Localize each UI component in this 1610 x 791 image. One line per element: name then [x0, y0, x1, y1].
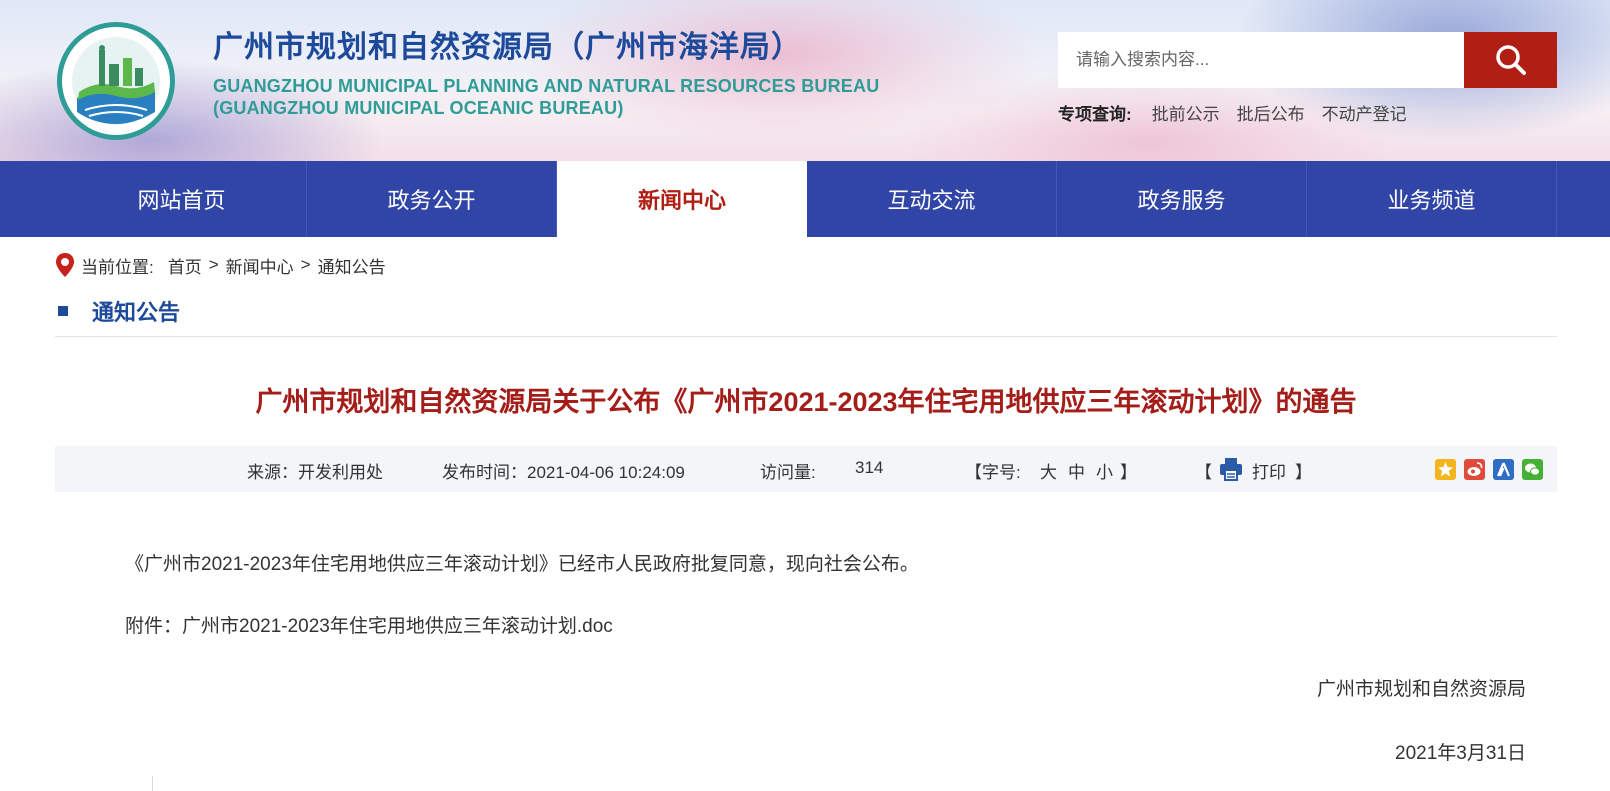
wechat-share-icon[interactable] — [1522, 459, 1543, 480]
site-title-cn: 广州市规划和自然资源局（广州市海洋局） — [213, 31, 802, 64]
print-open: 【 — [1195, 463, 1212, 482]
search-button[interactable] — [1464, 32, 1557, 88]
print-close: 】 — [1295, 463, 1312, 482]
section-divider — [55, 336, 1557, 337]
nav-item-news[interactable]: 新闻中心 — [557, 161, 807, 237]
article-attachment: 附件：广州市2021-2023年住宅用地供应三年滚动计划.doc — [125, 611, 613, 638]
print-button[interactable]: 打印 — [1252, 458, 1286, 483]
special-query: 专项查询: 批前公示 批后公布 不动产登记 — [1058, 100, 1424, 125]
article-paragraph: 《广州市2021-2023年住宅用地供应三年滚动计划》已经市人民政府批复同意，现… — [125, 554, 919, 575]
attachment-label: 附件： — [125, 616, 183, 637]
article-signature: 广州市规划和自然资源局 — [1316, 679, 1526, 700]
article-publish-time: 发布时间：2021-04-06 10:24:09 — [442, 463, 685, 482]
nav-item-gov-affairs[interactable]: 政务公开 — [307, 161, 557, 237]
site-header: 广州市规划和自然资源局（广州市海洋局） GUANGZHOU MUNICIPAL … — [0, 0, 1610, 161]
article-source: 来源：开发利用处 — [247, 463, 383, 482]
printer-icon[interactable] — [1218, 456, 1244, 482]
bureau-emblem-logo[interactable] — [55, 20, 177, 142]
section-header: 通知公告 — [55, 295, 180, 327]
font-size-large-button[interactable]: 大 — [1040, 458, 1057, 483]
breadcrumb-separator: > — [300, 255, 311, 274]
nav-item-home[interactable]: 网站首页 — [57, 161, 307, 237]
main-nav: 网站首页 政务公开 新闻中心 互动交流 政务服务 业务频道 — [0, 161, 1610, 237]
font-size-medium-button[interactable]: 中 — [1068, 458, 1085, 483]
special-link-real-estate[interactable]: 不动产登记 — [1322, 100, 1407, 125]
section-marker — [58, 306, 68, 316]
site-title-en-sub: (GUANGZHOU MUNICIPAL OCEANIC BUREAU) — [213, 98, 624, 118]
qzone-share-icon[interactable] — [1435, 459, 1456, 480]
breadcrumb-home[interactable]: 首页 — [168, 253, 202, 278]
font-size-small-button[interactable]: 小 — [1096, 458, 1113, 483]
special-query-label: 专项查询: — [1058, 105, 1132, 124]
font-size-open: 【字号: — [965, 463, 1021, 482]
nav-item-business[interactable]: 业务频道 — [1307, 161, 1557, 237]
breadcrumb: 当前位置: 首页 > 新闻中心 > 通知公告 — [55, 252, 386, 278]
location-pin-icon — [56, 253, 74, 277]
breadcrumb-prefix: 当前位置: — [81, 257, 154, 277]
search-input[interactable] — [1058, 32, 1464, 88]
weibo-share-icon[interactable] — [1464, 459, 1485, 480]
article-date: 2021年3月31日 — [1395, 743, 1526, 764]
breadcrumb-notices[interactable]: 通知公告 — [318, 253, 386, 278]
site-title-en: GUANGZHOU MUNICIPAL PLANNING AND NATURAL… — [213, 76, 880, 96]
breadcrumb-news[interactable]: 新闻中心 — [226, 253, 294, 278]
nav-item-services[interactable]: 政务服务 — [1057, 161, 1307, 237]
search-icon — [1495, 45, 1526, 75]
section-title: 通知公告 — [92, 300, 181, 325]
special-link-pre-approval[interactable]: 批前公示 — [1152, 100, 1220, 125]
nav-item-interaction[interactable]: 互动交流 — [807, 161, 1057, 237]
visits-count: 314 — [855, 458, 884, 477]
visits-label: 访问量: — [760, 463, 816, 482]
article-meta-bar: 来源：开发利用处 发布时间：2021-04-06 10:24:09 访问量: 3… — [55, 446, 1557, 492]
article-title: 广州市规划和自然资源局关于公布《广州市2021-2023年住宅用地供应三年滚动计… — [255, 387, 1357, 417]
content-divider-mark — [152, 776, 153, 791]
breadcrumb-separator: > — [208, 255, 219, 274]
special-link-post-approval[interactable]: 批后公布 — [1237, 100, 1305, 125]
attachment-link[interactable]: 广州市2021-2023年住宅用地供应三年滚动计划.doc — [182, 616, 613, 637]
font-size-close: 】 — [1120, 463, 1137, 482]
renren-share-icon[interactable] — [1493, 459, 1514, 480]
